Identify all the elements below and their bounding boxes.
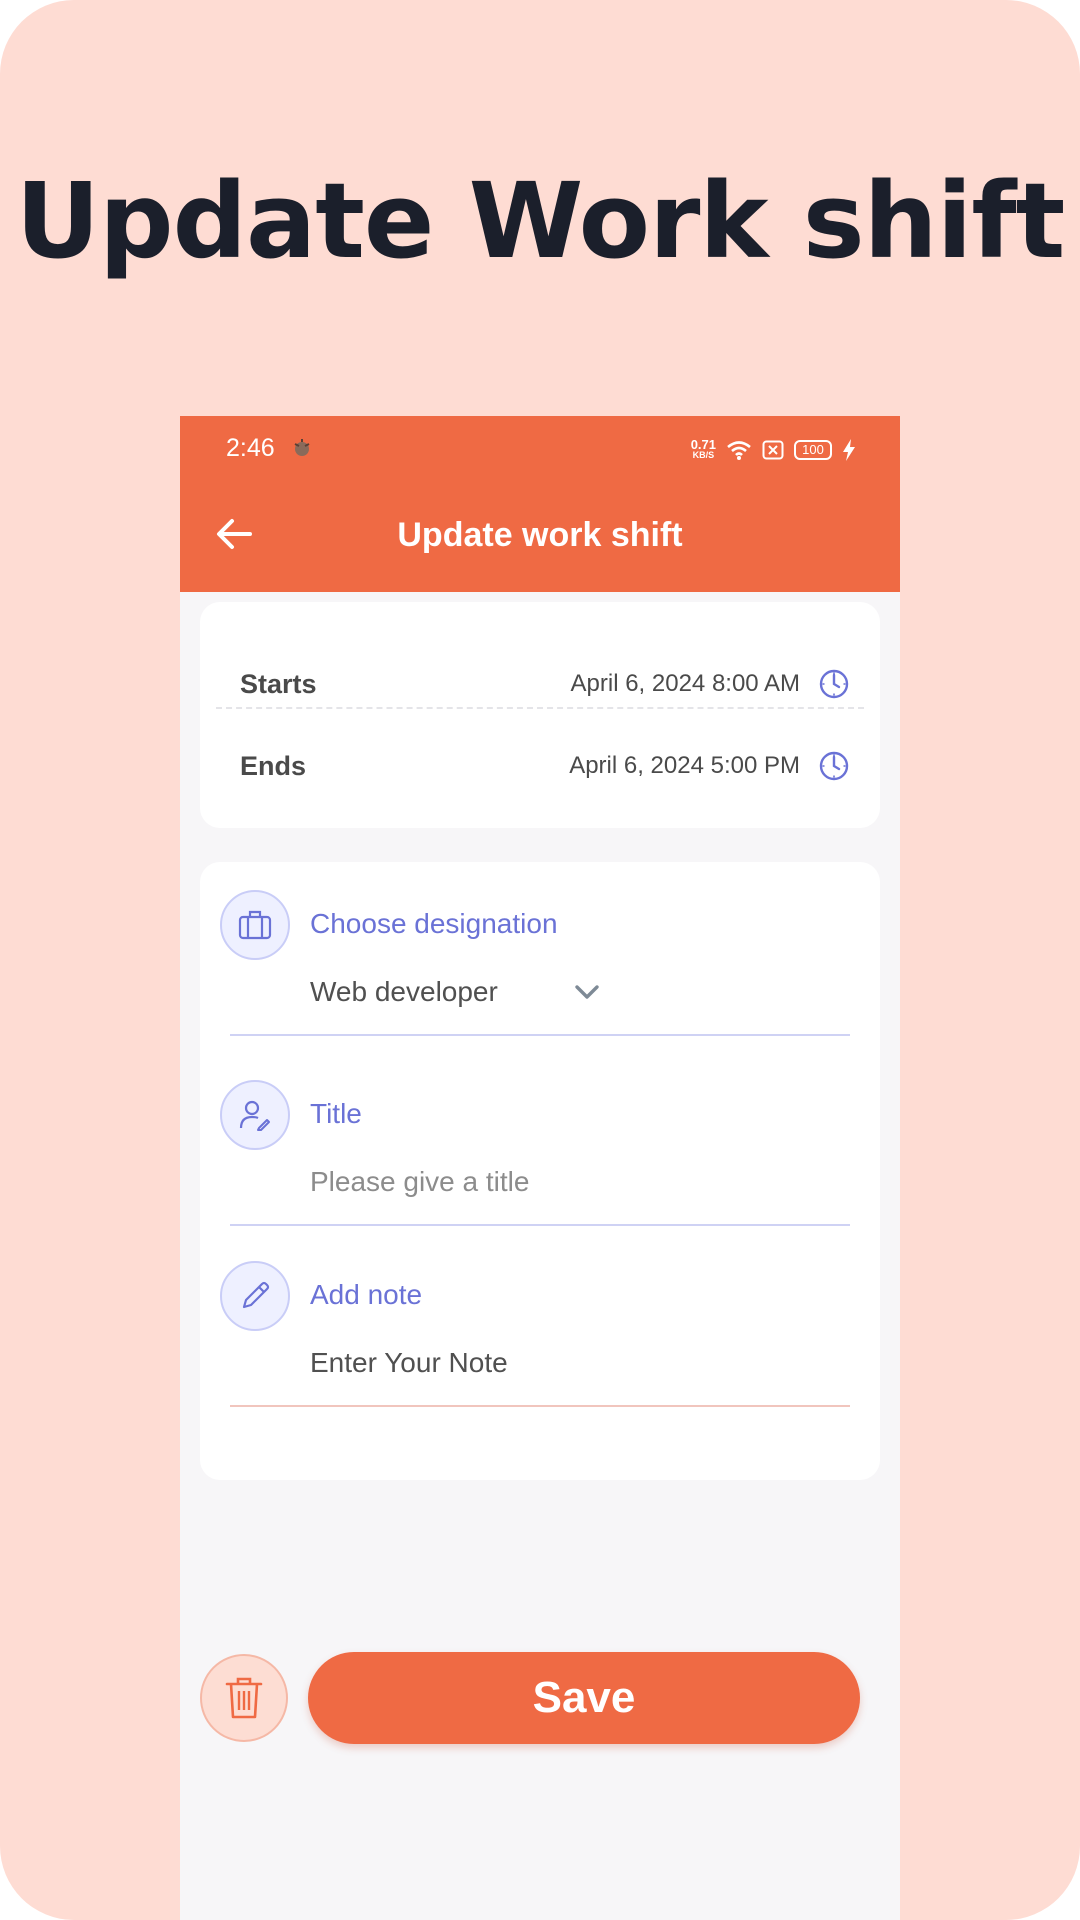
status-icons: 0.71 KB/S 100: [691, 434, 856, 466]
shift-form-card: Choose designation Web developer Title P…: [200, 862, 880, 1480]
note-underline: [230, 1405, 850, 1407]
ends-label: Ends: [240, 750, 307, 781]
network-speed-value: 0.71: [690, 437, 716, 452]
user-edit-icon: [239, 1100, 270, 1131]
phone-screen: 2:46 0.71 KB/S 100 Update work shift Sta…: [180, 416, 900, 1920]
ends-row[interactable]: Ends April 6, 2024 5:00 PM: [200, 726, 880, 806]
sim-off-icon: [762, 440, 784, 460]
title-icon-badge: [220, 1080, 290, 1150]
title-field[interactable]: Title Please give a title: [200, 1052, 880, 1232]
schedule-card: Starts April 6, 2024 8:00 AM Ends April …: [200, 602, 880, 828]
note-icon-badge: [220, 1261, 290, 1331]
starts-row[interactable]: Starts April 6, 2024 8:00 AM: [200, 644, 880, 724]
chevron-down-icon[interactable]: [572, 980, 602, 1004]
promo-poster: Update Work shift 2:46 0.71 KB/S 100 Upd…: [0, 0, 1080, 1920]
note-label: Add note: [310, 1279, 423, 1310]
network-speed-unit: KB/S: [692, 450, 715, 460]
battery-indicator: 100: [794, 440, 832, 460]
briefcase-icon: [238, 910, 272, 940]
title-label: Title: [310, 1098, 362, 1129]
app-bar: 2:46 0.71 KB/S 100 Update work shift: [180, 416, 900, 592]
notification-app-icon: [294, 439, 310, 456]
title-input[interactable]: Please give a title: [310, 1166, 529, 1198]
wifi-icon: [727, 441, 751, 460]
status-time: 2:46: [226, 434, 275, 462]
save-button[interactable]: Save: [308, 1652, 860, 1744]
designation-underline: [230, 1034, 850, 1036]
starts-label: Starts: [240, 668, 317, 699]
network-speed: 0.71 KB/S: [690, 437, 716, 461]
promo-headline: Update Work shift: [15, 160, 1066, 282]
title-underline: [230, 1224, 850, 1226]
designation-label: Choose designation: [310, 908, 558, 939]
delete-button[interactable]: [200, 1654, 288, 1742]
divider: [216, 707, 864, 709]
designation-icon-badge: [220, 890, 290, 960]
note-input[interactable]: Enter Your Note: [310, 1347, 508, 1379]
designation-field[interactable]: Choose designation Web developer: [200, 862, 880, 1042]
clock-icon[interactable]: [818, 750, 850, 782]
charging-icon: [843, 439, 855, 461]
page-title: Update work shift: [397, 516, 683, 554]
trash-icon: [225, 1677, 263, 1719]
clock-icon[interactable]: [818, 668, 850, 700]
pencil-icon: [242, 1281, 270, 1309]
ends-value[interactable]: April 6, 2024 5:00 PM: [569, 752, 800, 780]
starts-value[interactable]: April 6, 2024 8:00 AM: [571, 670, 800, 698]
note-field[interactable]: Add note Enter Your Note: [200, 1233, 880, 1413]
designation-select[interactable]: Web developer: [310, 976, 498, 1008]
